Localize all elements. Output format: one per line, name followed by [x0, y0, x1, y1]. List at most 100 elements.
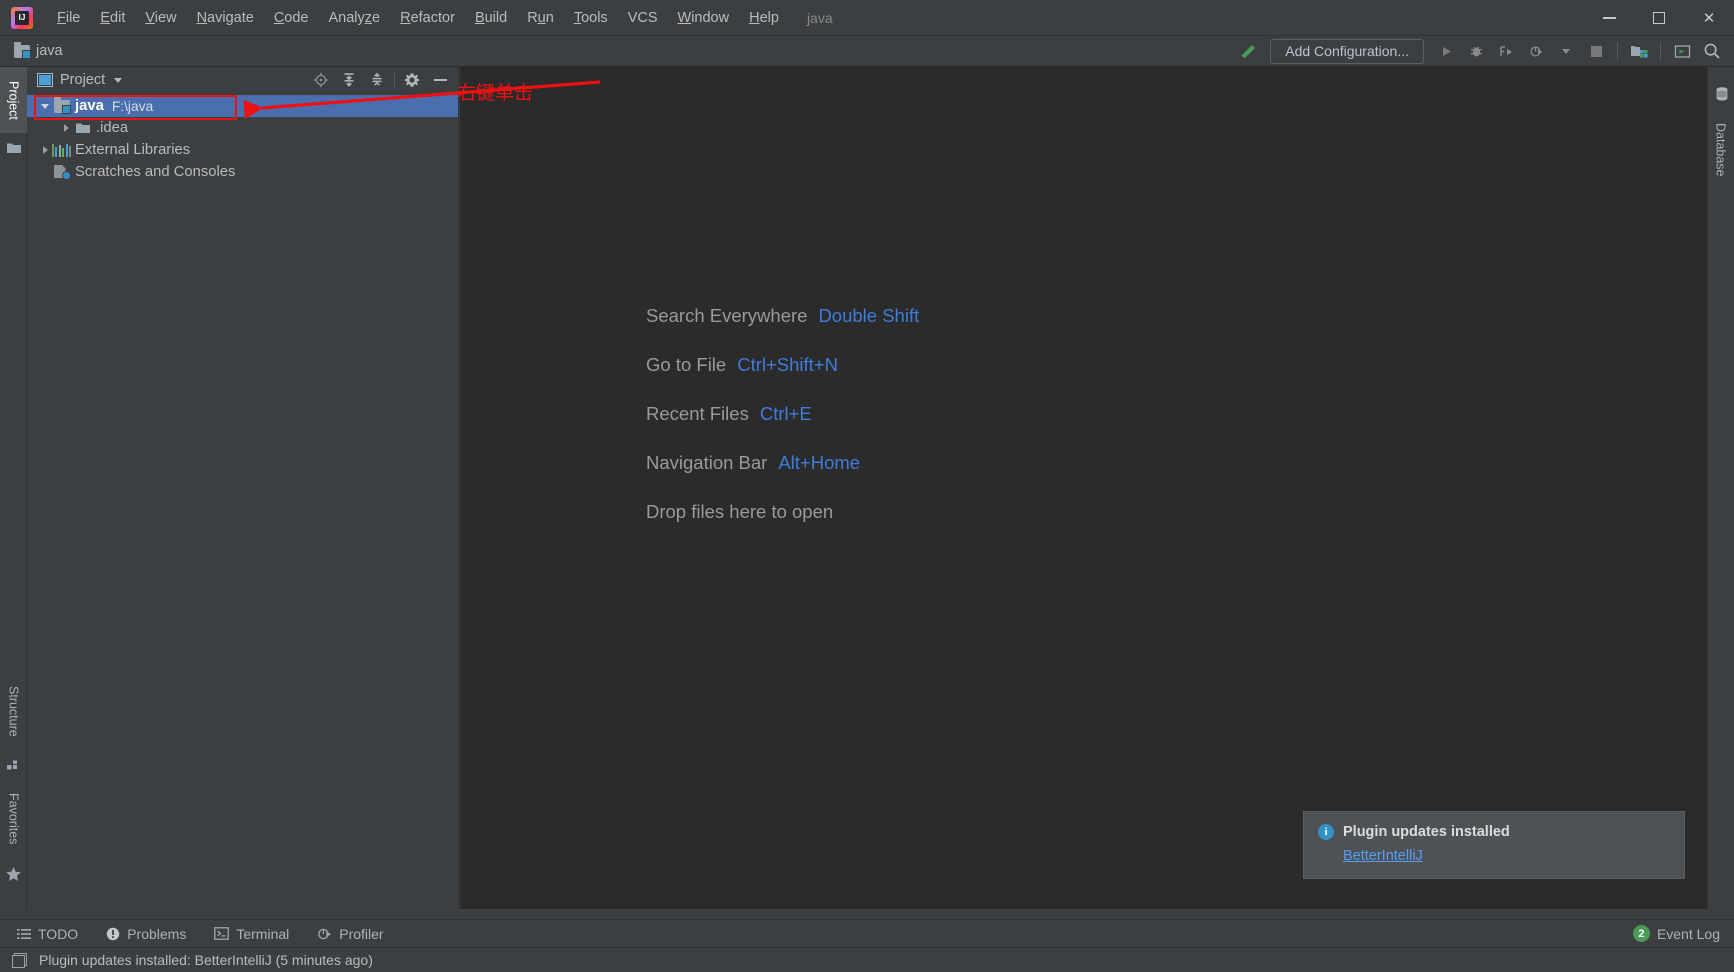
sidebar-item-structure[interactable]: Structure [0, 671, 27, 751]
search-icon[interactable] [1698, 38, 1726, 64]
menu-item-build[interactable]: Build [465, 6, 517, 30]
menu-item-tools[interactable]: Tools [564, 6, 618, 30]
stop-icon[interactable] [1582, 38, 1610, 64]
notification-link[interactable]: BetterIntelliJ [1343, 848, 1423, 864]
collapse-all-icon[interactable] [363, 68, 391, 92]
todo-list-icon [17, 928, 31, 939]
shortcut-hint-go-to-file: Go to File Ctrl+Shift+N [646, 354, 919, 376]
welcome-shortcuts: Search Everywhere Double Shift Go to File C… [646, 305, 919, 523]
menu-item-file[interactable]: File [47, 6, 90, 30]
notification-title: Plugin updates installed [1343, 824, 1510, 840]
profile-icon[interactable] [1522, 38, 1550, 64]
shortcut-hint-navigation-bar: Navigation Bar Alt+Home [646, 452, 919, 474]
profiler-icon [318, 928, 332, 939]
tool-window-terminal[interactable]: Terminal [203, 924, 300, 944]
expand-all-icon[interactable] [335, 68, 363, 92]
sidebar-item-project-label: Project [6, 80, 21, 120]
hide-icon[interactable] [426, 68, 454, 92]
menu-item-run[interactable]: Run [517, 6, 564, 30]
run-icon[interactable] [1432, 38, 1460, 64]
event-log-button[interactable]: 2 Event Log [1632, 925, 1720, 942]
run-with-coverage-icon[interactable] [1492, 38, 1520, 64]
status-bar: Plugin updates installed: BetterIntelliJ… [0, 947, 1734, 972]
project-tool-window: Project java F:\java .idea External Libr… [27, 67, 459, 909]
shortcut-action: Search Everywhere [646, 305, 808, 326]
chevron-down-icon[interactable] [114, 77, 123, 83]
folder-icon[interactable] [5, 139, 22, 156]
structure-icon[interactable] [5, 757, 22, 774]
toolbar-actions: Add Configuration... [1234, 38, 1726, 64]
left-tool-stripe: Project Structure Favorites [0, 67, 27, 909]
tool-window-profiler[interactable]: Profiler [306, 924, 394, 944]
menu-item-code[interactable]: Code [264, 6, 319, 30]
shortcut-action: Recent Files [646, 403, 749, 424]
chevron-down-icon[interactable] [1552, 38, 1580, 64]
tool-window-terminal-label: Terminal [236, 925, 290, 942]
notification-balloon[interactable]: i Plugin updates installed BetterIntelli… [1303, 811, 1685, 879]
terminal-icon[interactable] [1668, 38, 1696, 64]
project-panel-actions [307, 68, 454, 92]
event-log-badge: 2 [1632, 925, 1650, 942]
problems-warning-icon [107, 927, 120, 940]
terminal-icon [214, 927, 230, 940]
menu-item-refactor[interactable]: Refactor [390, 6, 465, 30]
folder-module-icon [14, 41, 31, 59]
project-panel-header: Project [27, 67, 458, 93]
intellij-idea-logo-icon [11, 6, 33, 29]
tree-node-label: Scratches and Consoles [75, 164, 236, 180]
window-controls: ✕ [1584, 0, 1734, 36]
tree-expand-arrow-right-icon[interactable] [37, 139, 53, 161]
menu-item-vcs[interactable]: VCS [618, 6, 668, 30]
maximize-icon[interactable] [1634, 0, 1684, 36]
add-configuration-button[interactable]: Add Configuration... [1270, 38, 1424, 64]
breadcrumb-label: java [36, 43, 63, 59]
notification-header: i Plugin updates installed [1318, 824, 1670, 840]
tool-window-todo[interactable]: TODO [6, 924, 89, 944]
tree-node-scratches-and-consoles[interactable]: Scratches and Consoles [27, 161, 458, 183]
project-view-icon [37, 73, 53, 87]
status-window-icon[interactable] [12, 953, 27, 968]
window-title: java [806, 9, 833, 26]
shortcut-keys: Double Shift [818, 305, 920, 326]
drop-files-hint: Drop files here to open [646, 501, 834, 522]
sidebar-item-project[interactable]: Project [0, 67, 27, 133]
debug-icon[interactable] [1462, 38, 1490, 64]
tree-node-external-libraries[interactable]: External Libraries [27, 139, 458, 161]
project-panel-title: Project [60, 72, 106, 88]
folder-module-icon [53, 96, 71, 115]
status-message: Plugin updates installed: BetterIntelliJ… [39, 952, 373, 968]
shortcut-action: Navigation Bar [646, 452, 768, 473]
tool-window-problems-label: Problems [127, 925, 187, 942]
database-icon[interactable] [1713, 85, 1730, 102]
star-icon[interactable] [5, 865, 22, 882]
intellij-idea-window: FileEditViewNavigateCodeAnalyzeRefactorB… [0, 0, 1734, 972]
scroll-from-source-icon[interactable] [307, 68, 335, 92]
menu-item-help[interactable]: Help [739, 6, 789, 30]
tree-node-idea[interactable]: .idea [27, 117, 458, 139]
sidebar-item-database[interactable]: Database [1707, 109, 1734, 191]
breadcrumb[interactable]: java [14, 41, 63, 59]
menu-item-navigate[interactable]: Navigate [187, 6, 264, 30]
settings-gear-icon[interactable] [398, 68, 426, 92]
main-toolbar: java Add Configuration... [0, 36, 1734, 67]
menu-item-analyze[interactable]: Analyze [319, 6, 391, 30]
minimize-icon[interactable] [1584, 0, 1634, 36]
tree-expand-arrow-down-icon[interactable] [37, 95, 53, 117]
scratches-icon [53, 164, 71, 181]
sidebar-item-favorites[interactable]: Favorites [0, 779, 27, 859]
build-hammer-icon[interactable] [1234, 38, 1262, 64]
tree-node-java[interactable]: java F:\java [27, 95, 458, 117]
shortcut-keys: Ctrl+E [759, 403, 812, 424]
project-structure-icon[interactable] [1625, 38, 1653, 64]
tree-node-path: F:\java [111, 98, 154, 114]
shortcut-hint-recent-files: Recent Files Ctrl+E [646, 403, 919, 425]
menu-item-window[interactable]: Window [668, 6, 740, 30]
tree-expand-arrow-right-icon[interactable] [58, 117, 74, 139]
menu-item-edit[interactable]: Edit [90, 6, 135, 30]
tree-node-label: External Libraries [75, 142, 191, 158]
close-icon[interactable]: ✕ [1684, 0, 1734, 36]
tool-window-problems[interactable]: Problems [95, 924, 197, 944]
shortcut-action: Go to File [646, 354, 727, 375]
menu-item-view[interactable]: View [135, 6, 186, 30]
toolbar-separator-2 [1660, 42, 1661, 60]
